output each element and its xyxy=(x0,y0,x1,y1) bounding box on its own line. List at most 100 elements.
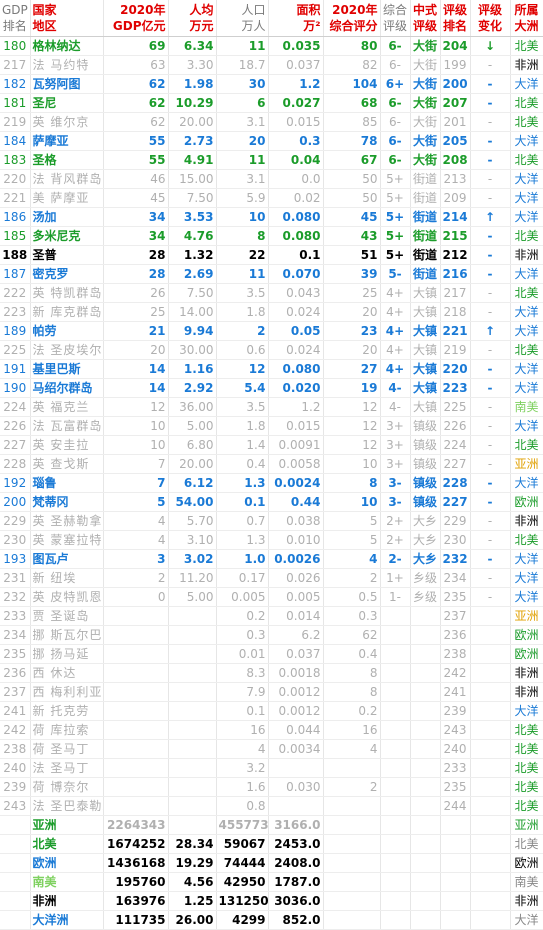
gdp-rank-cell: 180 xyxy=(0,36,31,56)
grade-change-cell xyxy=(470,739,511,759)
header-area: 面积 万² xyxy=(268,0,324,37)
header-gdp-rank: GDP 排名 xyxy=(0,0,31,37)
score-cell: 19 xyxy=(323,378,381,398)
population-cell: 8 xyxy=(216,226,269,246)
area-cell: 0.005 xyxy=(268,587,324,607)
gdp-value-cell xyxy=(103,777,169,797)
header-country: 国家 地区 xyxy=(30,0,104,37)
grade-change-cell: - xyxy=(470,454,511,474)
grade-change-cell xyxy=(470,796,511,816)
score-cell: 10 xyxy=(323,454,381,474)
cn-grade-cell: 街道 xyxy=(410,169,441,189)
grade-change-cell: - xyxy=(470,112,511,132)
summary-pc-cell xyxy=(168,815,217,835)
table-row: 238 荷 圣马丁 4 0.0034 4 240 北美 xyxy=(0,739,543,759)
summary-empty-cell xyxy=(0,872,31,892)
per-capita-cell: 5.70 xyxy=(168,511,217,531)
gdp-rank-cell: 226 xyxy=(0,416,31,436)
grade-rank-cell: 241 xyxy=(440,682,471,702)
continent-cell: 欧洲 xyxy=(510,492,543,512)
gdp-rank-cell: 233 xyxy=(0,606,31,626)
grade-rank-cell: 218 xyxy=(440,302,471,322)
area-cell: 0.024 xyxy=(268,302,324,322)
grade-rank-cell: 233 xyxy=(440,758,471,778)
per-capita-cell: 7.50 xyxy=(168,283,217,303)
grade-cell: 6- xyxy=(380,112,411,132)
gdp-rank-cell: 183 xyxy=(0,150,31,170)
country-name-cell: 圣尼 xyxy=(30,93,104,113)
table-row: 186 汤加 34 3.53 10 0.080 45 5+ 街道 214 ↑ 大洋 xyxy=(0,207,543,227)
gdp-value-cell: 25 xyxy=(103,302,169,322)
grade-cell: 6- xyxy=(380,93,411,113)
country-name-cell: 瓦努阿图 xyxy=(30,74,104,94)
area-cell: 0.043 xyxy=(268,283,324,303)
cn-grade-cell xyxy=(410,606,441,626)
grade-rank-cell: 219 xyxy=(440,340,471,360)
area-cell: 0.030 xyxy=(268,777,324,797)
table-row: 184 萨摩亚 55 2.73 20 0.3 78 6- 大街 205- 大洋 xyxy=(0,131,543,151)
area-cell: 6.2 xyxy=(268,625,324,645)
score-cell: 20 xyxy=(323,302,381,322)
grade-change-cell xyxy=(470,701,511,721)
country-name-cell: 英 维尔京 xyxy=(30,112,104,132)
score-cell: 50 xyxy=(323,188,381,208)
continent-cell: 北美 xyxy=(510,720,543,740)
grade-cell: 2+ xyxy=(380,511,411,531)
grade-rank-cell: 217 xyxy=(440,283,471,303)
per-capita-cell xyxy=(168,796,217,816)
score-cell: 12 xyxy=(323,435,381,455)
per-capita-cell: 6.34 xyxy=(168,36,217,56)
population-cell: 6 xyxy=(216,93,269,113)
population-cell: 1.3 xyxy=(216,530,269,550)
score-cell: 104 xyxy=(323,74,381,94)
score-cell: 4 xyxy=(323,549,381,569)
summary-empty-cell xyxy=(380,834,411,854)
summary-empty-cell xyxy=(380,872,411,892)
population-cell: 22 xyxy=(216,245,269,265)
gdp-value-cell: 26 xyxy=(103,283,169,303)
table-row: 226 法 瓦富群岛 10 5.00 1.8 0.015 12 3+ 镇级 226- 大洋 xyxy=(0,416,543,436)
cn-grade-cell: 大镇 xyxy=(410,340,441,360)
score-cell: 8 xyxy=(323,682,381,702)
header-row: GDP 排名 国家 地区 2020年 GDP亿元 人均 万元 人口 万人 面积 万² 202… xyxy=(0,0,543,37)
header-grade: 综合 评级 xyxy=(380,0,411,37)
grade-cell xyxy=(380,682,411,702)
score-cell: 39 xyxy=(323,264,381,284)
grade-rank-cell: 208 xyxy=(440,150,471,170)
grade-rank-cell: 234 xyxy=(440,568,471,588)
per-capita-cell xyxy=(168,758,217,778)
population-cell: 12 xyxy=(216,359,269,379)
score-cell: 8 xyxy=(323,473,381,493)
score-cell: 10 xyxy=(323,492,381,512)
summary-pop-cell: 4299 xyxy=(216,910,269,930)
gdp-rank-cell: 189 xyxy=(0,321,31,341)
summary-gdp-cell: 1436168 xyxy=(103,853,169,873)
cn-grade-cell xyxy=(410,720,441,740)
area-cell: 0.0026 xyxy=(268,549,324,569)
summary-empty-cell xyxy=(410,853,441,873)
population-cell: 16 xyxy=(216,720,269,740)
table-row: 185 多米尼克 34 4.76 8 0.080 43 5+ 街道 215- 北美 xyxy=(0,226,543,246)
table-row: 200 梵蒂冈 5 54.00 0.1 0.44 10 3- 镇级 227- 欧洲 xyxy=(0,492,543,512)
cn-grade-cell: 大镇 xyxy=(410,321,441,341)
summary-pop-cell: 59067 xyxy=(216,834,269,854)
country-name-cell: 英 圣赫勒拿 xyxy=(30,511,104,531)
summary-empty-cell xyxy=(470,910,511,930)
per-capita-cell: 7.50 xyxy=(168,188,217,208)
continent-cell: 北美 xyxy=(510,283,543,303)
per-capita-cell: 10.29 xyxy=(168,93,217,113)
grade-change-cell: - xyxy=(470,340,511,360)
gdp-value-cell: 62 xyxy=(103,93,169,113)
country-name-cell: 马绍尔群岛 xyxy=(30,378,104,398)
population-cell: 30 xyxy=(216,74,269,94)
area-cell: 0.015 xyxy=(268,112,324,132)
table-row: 181 圣尼 62 10.29 6 0.027 68 6- 大街 207- 北美 xyxy=(0,93,543,113)
population-cell: 20 xyxy=(216,131,269,151)
grade-cell xyxy=(380,739,411,759)
population-cell: 10 xyxy=(216,207,269,227)
population-cell: 1.4 xyxy=(216,435,269,455)
grade-change-cell: - xyxy=(470,55,511,75)
area-cell: 0.014 xyxy=(268,606,324,626)
score-cell: 12 xyxy=(323,416,381,436)
country-name-cell: 法 圣马丁 xyxy=(30,758,104,778)
